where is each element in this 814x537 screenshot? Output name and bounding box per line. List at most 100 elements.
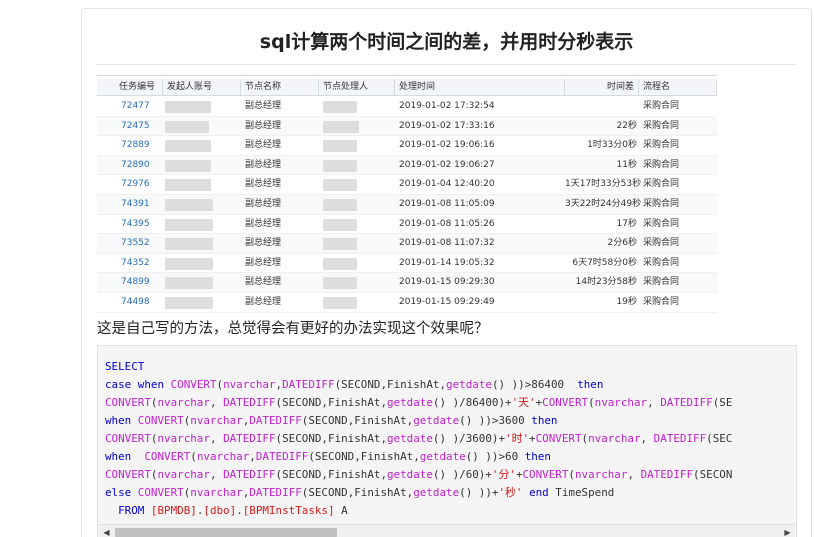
- table-row: 72477副总经理2019-01-02 17:32:54采购合同同:: [97, 97, 717, 117]
- process-time-cell: 2019-01-15 09:29:30: [399, 277, 495, 288]
- redacted-initiator: [165, 297, 213, 309]
- task-id-link[interactable]: 72477: [121, 97, 150, 116]
- node-name-cell: 副总经理: [245, 120, 282, 131]
- table-top-border: [97, 75, 717, 76]
- scroll-right-icon[interactable]: ▶: [780, 525, 795, 537]
- col-header-process-time: 处理时间: [395, 79, 565, 96]
- redacted-initiator: [165, 159, 211, 172]
- table-row: 74391 副总经理 2019-01-08 11:05:09 3天22时24分49秒采…: [97, 195, 717, 215]
- flow-name-cell: 采购合同: [643, 159, 680, 170]
- code-line: CONVERT(nvarchar, DATEDIFF(SECOND,Finish…: [105, 396, 733, 409]
- horizontal-scrollbar[interactable]: ◀ ▶: [99, 524, 795, 537]
- flow-name-cell: 采购合同: [643, 199, 680, 209]
- flow-name-cell: 采购合同: [643, 218, 680, 229]
- table-row: 72889副总经理2019-01-02 19:06:161时33分0秒采购合同同…: [97, 136, 717, 156]
- redacted-handler: [323, 159, 357, 172]
- redacted-handler: [323, 238, 357, 251]
- redacted-initiator: [165, 218, 213, 231]
- redacted-handler: [323, 277, 357, 290]
- task-id-link[interactable]: 74498: [121, 293, 150, 312]
- process-time-cell: 2019-01-08 11:05:26: [399, 218, 495, 229]
- table-row: 74352 副总经理 2019-01-14 19:05:32 6天7时58分0秒 采购合…: [97, 254, 717, 274]
- task-id-link[interactable]: 72890: [121, 156, 150, 175]
- redacted-handler: [323, 140, 357, 153]
- task-id-link[interactable]: 74391: [121, 195, 150, 214]
- scrollbar-thumb[interactable]: [115, 528, 337, 537]
- redacted-initiator: [165, 199, 213, 211]
- process-time-cell: 2019-01-02 17:33:16: [399, 120, 495, 131]
- table-header: 任务编号 发起人账号 节点名称 节点处理人 处理时间 时间差 流程名 备: [97, 79, 717, 96]
- col-header-flow-name: 流程名: [639, 79, 717, 96]
- flow-name-cell: 采购合同: [643, 257, 680, 268]
- time-diff-cell: 22秒: [616, 120, 637, 131]
- redacted-initiator: [165, 101, 211, 113]
- col-header-task-id: 任务编号: [115, 79, 163, 96]
- redacted-initiator: [165, 179, 211, 192]
- redacted-initiator: [165, 120, 209, 133]
- task-id-link[interactable]: 72889: [121, 136, 150, 155]
- time-diff-cell: 1天17时33分53秒: [565, 179, 642, 190]
- time-diff-cell: 19秒: [616, 297, 637, 307]
- task-id-link[interactable]: 74352: [121, 254, 150, 273]
- code-line: CONVERT(nvarchar, DATEDIFF(SECOND,Finish…: [105, 432, 733, 445]
- code-line: when CONVERT(nvarchar,DATEDIFF(SECOND,Fi…: [105, 414, 558, 427]
- task-id-link[interactable]: 72475: [121, 117, 150, 136]
- process-time-cell: 2019-01-02 19:06:27: [399, 159, 495, 170]
- node-name-cell: 副总经理: [245, 199, 282, 209]
- flow-name-cell: 采购合同: [643, 140, 680, 151]
- process-time-cell: 2019-01-15 09:29:49: [399, 297, 495, 307]
- table-row: 73552副总经理2019-01-08 11:07:322分6秒采购合同同:: [97, 234, 717, 254]
- code-line: FROM [BPMDB].[dbo].[BPMInstTasks] A: [118, 504, 348, 517]
- time-diff-cell: 6天7时58分0秒: [572, 257, 637, 268]
- process-time-cell: 2019-01-14 19:05:32: [399, 257, 495, 268]
- flow-name-cell: 采购合同: [643, 101, 680, 111]
- flow-name-cell: 采购合同: [643, 179, 680, 190]
- col-header-node-name: 节点名称: [241, 79, 319, 96]
- code-block: SELECT case when CONVERT(nvarchar,DATEDIF…: [97, 345, 797, 537]
- process-time-cell: 2019-01-08 11:07:32: [399, 238, 495, 249]
- process-time-cell: 2019-01-08 11:05:09: [399, 199, 495, 209]
- node-name-cell: 副总经理: [245, 277, 282, 288]
- node-name-cell: 副总经理: [245, 218, 282, 229]
- time-diff-cell: 14时23分58秒: [575, 277, 637, 288]
- task-id-link[interactable]: 74899: [121, 273, 150, 292]
- scroll-left-icon[interactable]: ◀: [99, 525, 114, 537]
- table-row: 74395副总经理2019-01-08 11:05:2617秒采购合同同:: [97, 215, 717, 235]
- node-name-cell: 副总经理: [245, 179, 282, 190]
- post-card: sql计算两个时间之间的差，并用时分秒表示 任务编号 发起人账号 节点名称 节点…: [81, 8, 812, 537]
- code-line: else CONVERT(nvarchar,DATEDIFF(SECOND,Fi…: [105, 486, 615, 499]
- process-time-cell: 2019-01-02 19:06:16: [399, 140, 495, 151]
- node-name-cell: 副总经理: [245, 140, 282, 151]
- result-table-screenshot: 任务编号 发起人账号 节点名称 节点处理人 处理时间 时间差 流程名 备 724…: [97, 75, 717, 317]
- code-line: CONVERT(nvarchar, DATEDIFF(SECOND,Finish…: [105, 468, 733, 481]
- redacted-handler: [323, 120, 359, 133]
- time-diff-cell: 1时33分0秒: [587, 140, 637, 151]
- question-text: 这是自己写的方法，总觉得会有更好的办法实现这个效果呢？: [97, 321, 489, 337]
- redacted-initiator: [165, 277, 213, 290]
- time-diff-cell: [565, 97, 637, 116]
- node-name-cell: 副总经理: [245, 238, 282, 249]
- time-diff-cell: 3天22时24分49秒: [565, 199, 642, 209]
- col-header-time-diff: 时间差: [565, 79, 639, 96]
- table-row: 74498副总经理2019-01-15 09:29:4919秒采购合同同:: [97, 293, 717, 313]
- time-diff-cell: 17秒: [616, 218, 637, 229]
- flow-name-cell: 采购合同: [643, 277, 680, 288]
- task-id-link[interactable]: 72976: [121, 175, 150, 194]
- task-id-link[interactable]: 74395: [121, 215, 150, 234]
- node-name-cell: 副总经理: [245, 159, 282, 170]
- redacted-handler: [323, 101, 357, 113]
- col-header-node-handler: 节点处理人: [319, 79, 395, 96]
- node-name-cell: 副总经理: [245, 101, 282, 111]
- redacted-initiator: [165, 257, 213, 270]
- redacted-handler: [323, 218, 357, 231]
- col-header-initiator: 发起人账号: [163, 79, 241, 96]
- flow-name-cell: 采购合同: [643, 238, 680, 249]
- sql-code: SELECT case when CONVERT(nvarchar,DATEDIF…: [105, 358, 732, 520]
- redacted-initiator: [165, 238, 213, 251]
- process-time-cell: 2019-01-04 12:40:20: [399, 179, 495, 190]
- redacted-handler: [323, 199, 357, 211]
- task-id-link[interactable]: 73552: [121, 234, 150, 253]
- time-diff-cell: 11秒: [616, 159, 637, 170]
- flow-name-cell: 采购合同: [643, 120, 680, 131]
- table-row: 72890副总经理2019-01-02 19:06:2711秒采购合同同:: [97, 155, 717, 176]
